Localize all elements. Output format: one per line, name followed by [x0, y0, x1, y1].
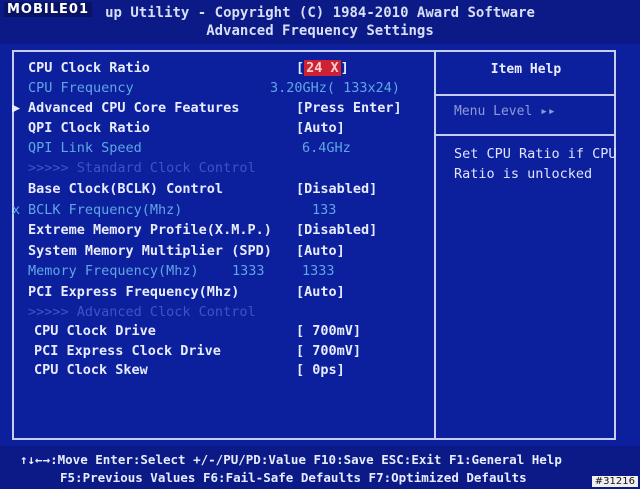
- setting-cpu-clock-skew[interactable]: CPU Clock Skew [ 0ps]: [0, 362, 434, 382]
- setting-memory-frequency: Memory Frequency(Mhz) 1333 1333: [0, 263, 434, 283]
- setting-label: PCI Express Frequency(Mhz): [28, 284, 240, 300]
- section-label: >>>>> Advanced Clock Control: [28, 304, 256, 320]
- setting-pcie-clock-drive[interactable]: PCI Express Clock Drive [ 700mV]: [0, 343, 434, 363]
- setting-xmp[interactable]: Extreme Memory Profile(X.M.P.) [Disabled…: [0, 222, 434, 242]
- setting-cpu-frequency: CPU Frequency 3.20GHz( 133x24): [0, 80, 434, 100]
- copyright-line: up Utility - Copyright (C) 1984-2010 Awa…: [105, 5, 535, 21]
- mobile01-watermark: MOBILE01: [4, 2, 92, 17]
- image-id-badge: #31216: [591, 476, 638, 487]
- setting-label: Base Clock(BCLK) Control: [28, 181, 224, 197]
- setting-label: Advanced CPU Core Features: [28, 100, 240, 116]
- setting-label: PCI Express Clock Drive: [34, 343, 221, 359]
- setting-value: [Auto]: [296, 284, 345, 300]
- title-bar: up Utility - Copyright (C) 1984-2010 Awa…: [0, 0, 640, 44]
- setting-label: BCLK Frequency(Mhz): [28, 202, 183, 218]
- setting-base-clock-control[interactable]: Base Clock(BCLK) Control [Disabled]: [0, 181, 434, 201]
- setting-label: QPI Clock Ratio: [28, 120, 150, 136]
- setting-cpu-clock-ratio[interactable]: CPU Clock Ratio [24 X]: [0, 60, 434, 80]
- setting-label: Memory Frequency(Mhz): [28, 263, 199, 279]
- disabled-marker-icon: x: [12, 202, 21, 218]
- section-advanced-clock-control: >>>>> Advanced Clock Control: [0, 304, 434, 324]
- setting-qpi-link-speed: QPI Link Speed 6.4GHz: [0, 140, 434, 160]
- setting-label: CPU Clock Ratio: [28, 60, 150, 76]
- setting-value: [ 0ps]: [296, 362, 345, 378]
- setting-value: [Auto]: [296, 120, 345, 136]
- setting-value: [Disabled]: [296, 222, 378, 238]
- selected-value[interactable]: 24 X: [304, 60, 341, 76]
- setting-value-wrapper: [24 X]: [296, 60, 349, 76]
- setting-label: Extreme Memory Profile(X.M.P.): [28, 222, 272, 238]
- setting-label: CPU Clock Drive: [34, 323, 156, 339]
- setting-value: [ 700mV]: [296, 343, 362, 359]
- setting-qpi-clock-ratio[interactable]: QPI Clock Ratio [Auto]: [0, 120, 434, 140]
- section-standard-clock-control: >>>>> Standard Clock Control: [0, 160, 434, 180]
- key-help-bar: ↑↓←→:Move Enter:Select +/-/PU/PD:Value F…: [0, 446, 640, 489]
- setting-advanced-cpu-core[interactable]: ▶ Advanced CPU Core Features [Press Ente…: [0, 100, 434, 120]
- setting-bclk-frequency: x BCLK Frequency(Mhz) 133: [0, 202, 434, 222]
- panel-divider: [434, 50, 436, 440]
- setting-value: 1333: [302, 263, 335, 279]
- help-description: Set CPU Ratio if CPU Ratio is unlocked: [454, 146, 617, 182]
- setting-label: CPU Clock Skew: [34, 362, 148, 378]
- bracket-open: [: [296, 60, 305, 76]
- setting-label: System Memory Multiplier (SPD): [28, 243, 272, 259]
- setting-value: [Disabled]: [296, 181, 378, 197]
- setting-value: [Auto]: [296, 243, 345, 259]
- help-separator-2: [436, 134, 616, 136]
- setting-value: 6.4GHz: [302, 140, 351, 156]
- bracket-close: ]: [340, 60, 349, 76]
- item-help-title: Item Help: [490, 62, 562, 77]
- setting-value: 133: [312, 202, 337, 218]
- setting-default-value: 1333: [232, 263, 265, 279]
- menu-level-indicator: Menu Level ▸▸: [454, 104, 556, 119]
- setting-cpu-clock-drive[interactable]: CPU Clock Drive [ 700mV]: [0, 323, 434, 343]
- setting-memory-multiplier[interactable]: System Memory Multiplier (SPD) [Auto]: [0, 243, 434, 263]
- help-separator: [436, 94, 616, 96]
- setting-label: QPI Link Speed: [28, 140, 142, 156]
- setting-value: 3.20GHz( 133x24): [270, 80, 401, 96]
- setting-value: [Press Enter]: [296, 100, 402, 116]
- setting-pcie-frequency[interactable]: PCI Express Frequency(Mhz) [Auto]: [0, 284, 434, 304]
- key-help-line-2: F5:Previous Values F6:Fail-Safe Defaults…: [60, 470, 527, 485]
- key-help-line-1: ↑↓←→:Move Enter:Select +/-/PU/PD:Value F…: [20, 452, 562, 467]
- setting-label: CPU Frequency: [28, 80, 134, 96]
- submenu-arrow-icon: ▶: [12, 100, 21, 116]
- section-label: >>>>> Standard Clock Control: [28, 160, 256, 176]
- page-title: Advanced Frequency Settings: [206, 23, 434, 39]
- setting-value: [ 700mV]: [296, 323, 362, 339]
